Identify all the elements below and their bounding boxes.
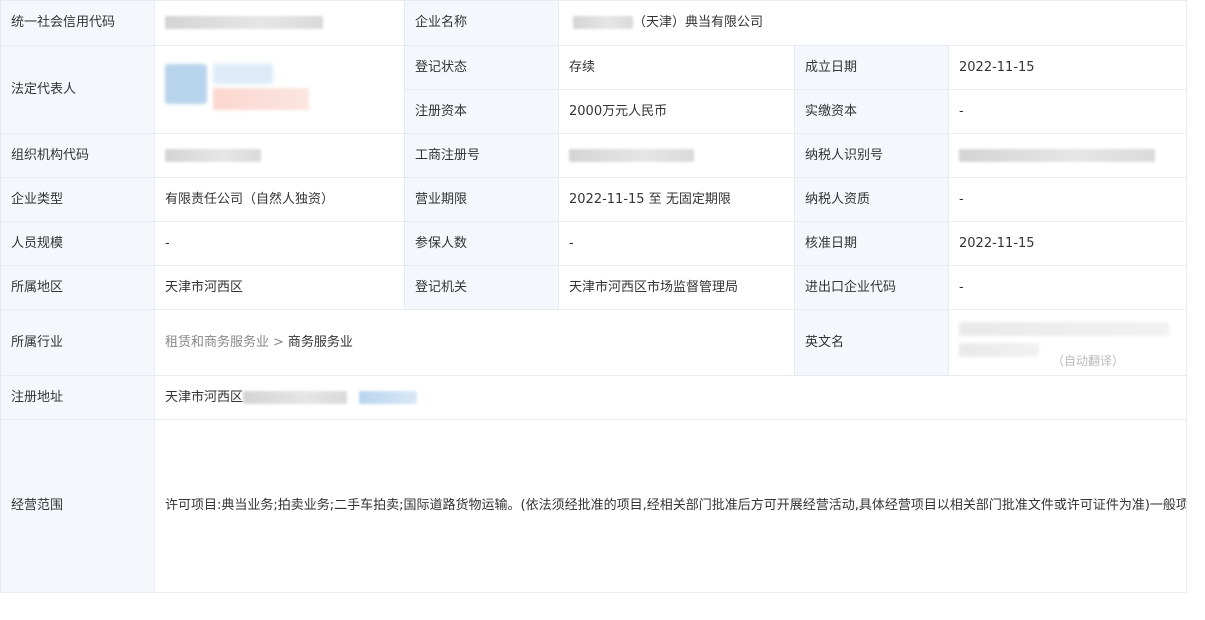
label-org-code: 组织机构代码 [0,133,155,178]
redacted-reg-address [243,390,348,404]
company-name-text: （天津）典当有限公司 [633,15,764,30]
label-reg-status: 登记状态 [404,45,559,90]
redacted-biz-reg-no [569,148,694,162]
redacted-org-code [165,148,261,162]
value-industry: 租赁和商务服务业 > 商务服务业 [154,309,795,376]
label-reg-address: 注册地址 [0,375,155,420]
redacted-credit-code [165,16,323,29]
row-industry: 所属行业 租赁和商务服务业 > 商务服务业 英文名 （自动翻译） [0,309,1187,376]
redacted-english-name-line1 [959,321,1169,336]
row-biz-scope: 经营范围 许可项目:典当业务;拍卖业务;二手车拍卖;国际道路货物运输。(依法须经… [0,419,1187,593]
label-biz-scope: 经营范围 [0,419,155,593]
label-company-name: 企业名称 [404,0,559,46]
avatar [165,63,207,104]
label-paid-capital: 实缴资本 [794,89,949,134]
value-legal-rep[interactable] [154,45,405,134]
row-legal-rep: 法定代表人 登记状态 存续 成立日期 2022-11-15 [0,45,1187,134]
label-legal-rep: 法定代表人 [0,45,155,134]
label-english-name: 英文名 [794,309,949,376]
label-taxpayer-id: 纳税人识别号 [794,133,949,178]
redacted-company-name-prefix [573,16,633,29]
value-reg-address: 天津市河西区 [154,375,1187,420]
redacted-taxpayer-id [959,148,1155,162]
value-credit-code [154,0,405,46]
label-staff-size: 人员规模 [0,221,155,266]
label-approval-date: 核准日期 [794,221,949,266]
legal-rep-redacted [165,58,394,122]
label-industry: 所属行业 [0,309,155,376]
row-company-type: 企业类型 有限责任公司（自然人独资） 营业期限 2022-11-15 至 无固定… [0,177,1187,222]
industry-child: 商务服务业 [287,334,353,350]
row-credit-code: 统一社会信用代码 企业名称 （天津）典当有限公司 [0,0,1187,46]
value-reg-capital: 2000万元人民币 [558,89,795,134]
row-staff-size: 人员规模 - 参保人数 - 核准日期 2022-11-15 [0,221,1187,266]
value-company-type: 有限责任公司（自然人独资） [154,177,405,222]
value-paid-capital: - [948,89,1187,134]
label-import-export-code: 进出口企业代码 [794,265,949,310]
value-staff-size: - [154,221,405,266]
value-biz-scope: 许可项目:典当业务;拍卖业务;二手车拍卖;国际道路货物运输。(依法须经批准的项目… [154,419,1187,593]
value-biz-reg-no [558,133,795,178]
value-reg-authority: 天津市河西区市场监督管理局 [558,265,795,310]
value-company-name: （天津）典当有限公司 [558,0,1187,46]
row-reg-address: 注册地址 天津市河西区 [0,375,1187,420]
value-english-name: （自动翻译） [948,309,1187,376]
industry-parent-link[interactable]: 租赁和商务服务业 [165,335,269,350]
english-name-tail: （自动翻译） [1051,353,1124,368]
label-credit-code: 统一社会信用代码 [0,0,155,46]
label-biz-reg-no: 工商注册号 [404,133,559,178]
label-taxpayer-qual: 纳税人资质 [794,177,949,222]
value-approval-date: 2022-11-15 [948,221,1187,266]
redacted-legal-rep-name [213,63,273,84]
label-reg-capital: 注册资本 [404,89,559,134]
reg-address-text: 天津市河西区 [165,389,244,405]
label-biz-term: 营业期限 [404,177,559,222]
value-biz-term: 2022-11-15 至 无固定期限 [558,177,795,222]
label-reg-authority: 登记机关 [404,265,559,310]
value-org-code [154,133,405,178]
value-est-date: 2022-11-15 [948,45,1187,90]
value-import-export-code: - [948,265,1187,310]
value-reg-status: 存续 [558,45,795,90]
redacted-english-name-line2 [959,342,1039,357]
label-region: 所属地区 [0,265,155,310]
company-info-table: 统一社会信用代码 企业名称 （天津）典当有限公司 法定代表人 登记状态 存续 成… [0,0,1187,593]
industry-separator: > [273,334,284,350]
value-taxpayer-id [948,133,1187,178]
row-org-code: 组织机构代码 工商注册号 纳税人识别号 [0,133,1187,178]
english-name-redacted: （自动翻译） [959,316,1176,370]
map-link-redacted[interactable] [359,390,418,404]
label-company-type: 企业类型 [0,177,155,222]
row-region: 所属地区 天津市河西区 登记机关 天津市河西区市场监督管理局 进出口企业代码 - [0,265,1187,310]
value-region: 天津市河西区 [154,265,405,310]
label-est-date: 成立日期 [794,45,949,90]
label-insured-count: 参保人数 [404,221,559,266]
value-insured-count: - [558,221,795,266]
redacted-legal-rep-tag [213,87,309,110]
value-taxpayer-qual: - [948,177,1187,222]
